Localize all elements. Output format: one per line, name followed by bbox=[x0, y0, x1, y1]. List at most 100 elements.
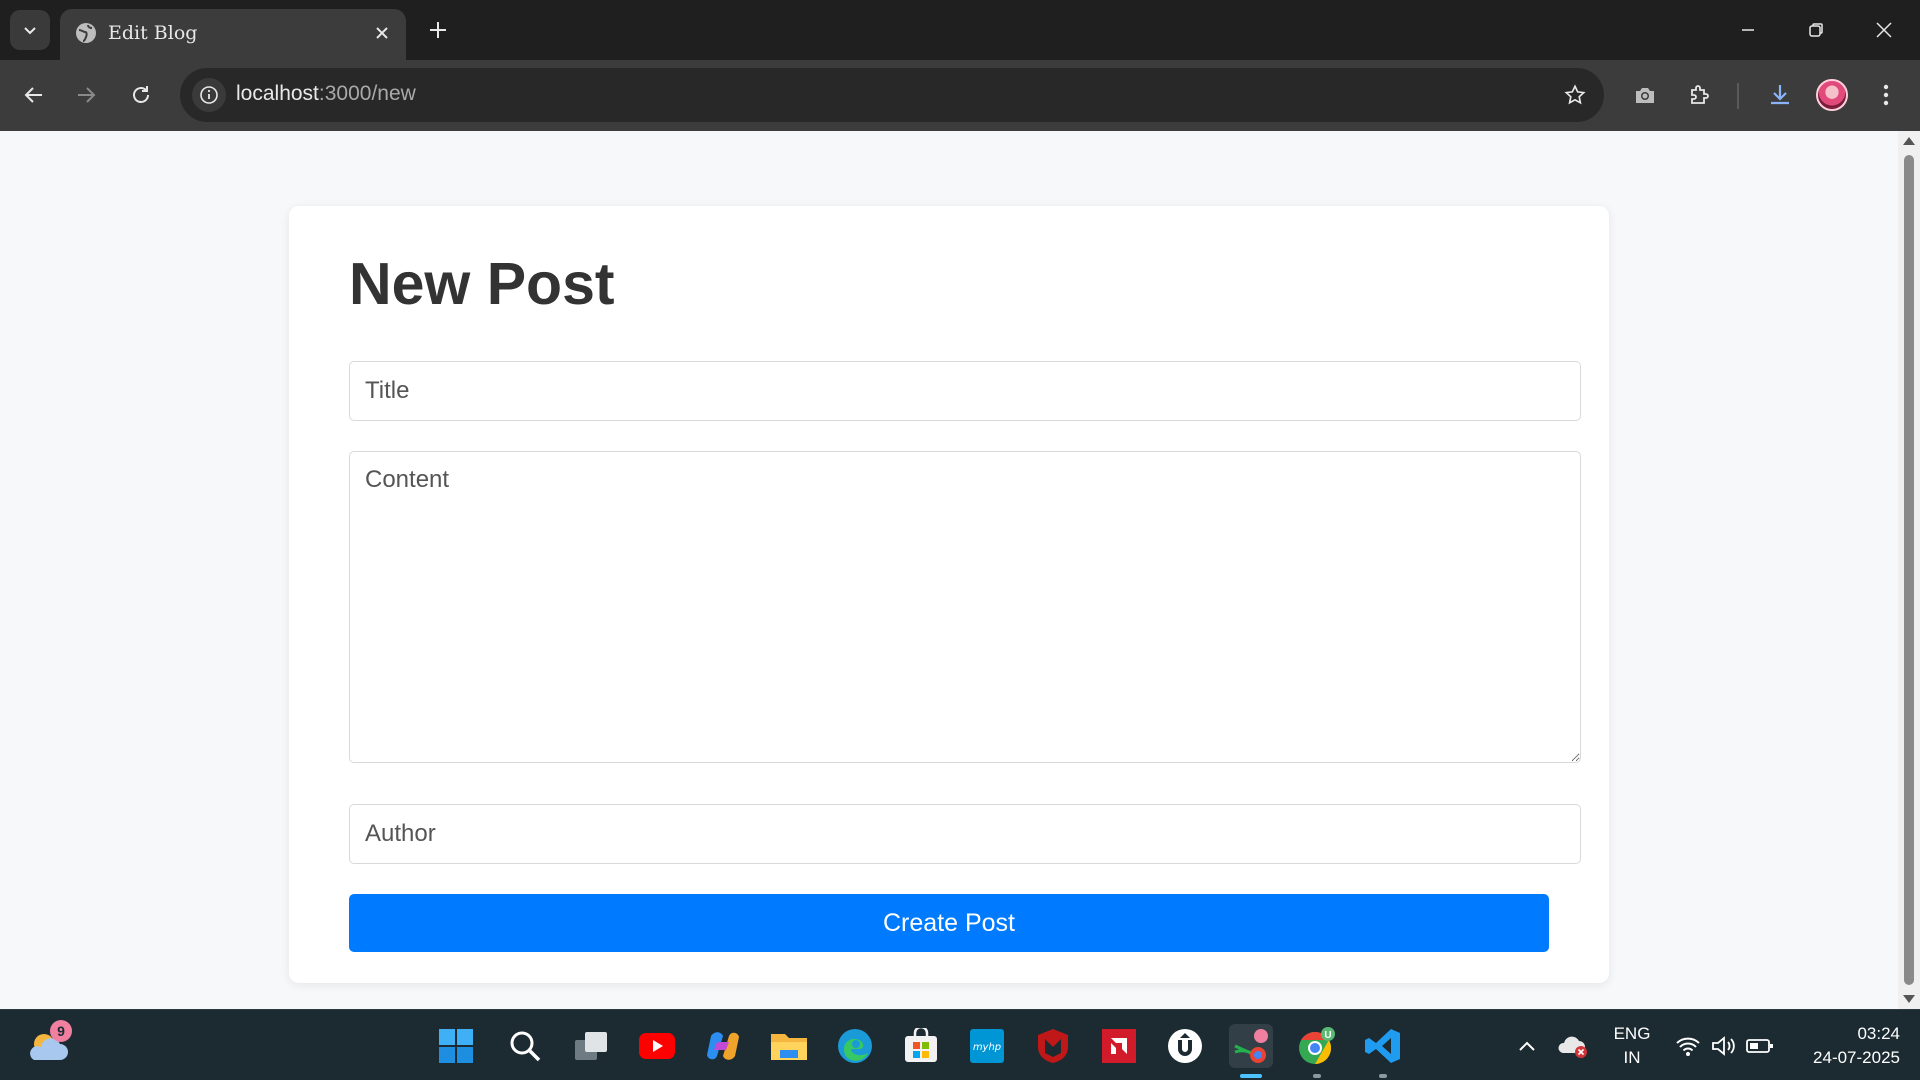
weather-badge: 9 bbox=[50, 1020, 72, 1042]
chevron-up-icon bbox=[1519, 1041, 1535, 1051]
chrome-app[interactable]: U bbox=[1295, 1024, 1339, 1078]
microsoft-store-app[interactable] bbox=[899, 1024, 943, 1068]
cloud-error-icon bbox=[1558, 1036, 1587, 1058]
uptodown-icon bbox=[1168, 1029, 1202, 1063]
restore-icon bbox=[1809, 23, 1823, 37]
reload-icon bbox=[133, 86, 149, 103]
mcafee-icon bbox=[1038, 1029, 1068, 1063]
tab-search-button[interactable] bbox=[10, 10, 50, 50]
profile-avatar[interactable] bbox=[1816, 79, 1848, 111]
url-path: :3000/new bbox=[318, 82, 416, 105]
amd-icon bbox=[1102, 1029, 1136, 1063]
edge-app[interactable] bbox=[833, 1024, 877, 1068]
close-window-button[interactable] bbox=[1858, 8, 1910, 52]
file-explorer-app[interactable] bbox=[767, 1024, 811, 1068]
battery-status[interactable] bbox=[1738, 1024, 1782, 1068]
address-bar[interactable]: localhost:3000/new bbox=[180, 68, 1604, 122]
scroll-up-arrow-icon[interactable] bbox=[1903, 137, 1915, 145]
minimize-button[interactable] bbox=[1722, 8, 1774, 52]
mcafee-app[interactable] bbox=[1031, 1024, 1075, 1068]
content-textarea[interactable] bbox=[349, 451, 1581, 763]
site-info-button[interactable] bbox=[192, 78, 226, 112]
close-icon bbox=[376, 27, 388, 39]
clock-date: 24-07-2025 bbox=[1813, 1048, 1900, 1067]
extensions-button[interactable] bbox=[1678, 73, 1722, 117]
close-icon bbox=[1876, 22, 1892, 38]
svg-text:myhp: myhp bbox=[973, 1042, 1001, 1053]
create-post-button[interactable]: Create Post bbox=[349, 894, 1549, 952]
minimize-icon bbox=[1742, 29, 1754, 31]
page-viewport: New Post Create Post bbox=[0, 131, 1898, 1009]
file-explorer-icon bbox=[771, 1034, 807, 1060]
camera-icon bbox=[1636, 88, 1654, 103]
scrollbar-thumb[interactable] bbox=[1904, 155, 1914, 985]
start-button[interactable] bbox=[434, 1024, 478, 1068]
browser-tab[interactable]: Edit Blog bbox=[60, 9, 406, 60]
arrow-left-icon bbox=[24, 87, 42, 103]
edge-icon bbox=[838, 1029, 872, 1063]
browser-toolbar: localhost:3000/new bbox=[0, 60, 1920, 131]
battery-icon bbox=[1746, 1039, 1773, 1053]
page-scrollbar[interactable] bbox=[1898, 131, 1920, 1009]
windows-start-icon bbox=[439, 1029, 473, 1063]
page-title: New Post bbox=[349, 251, 615, 317]
vscode-app[interactable] bbox=[1361, 1024, 1405, 1078]
chrome-badge-text: U bbox=[1324, 1030, 1331, 1041]
plus-icon bbox=[430, 22, 446, 38]
chevron-down-icon bbox=[24, 27, 36, 35]
download-icon bbox=[1771, 85, 1789, 105]
star-icon bbox=[1564, 84, 1586, 105]
region-code: IN bbox=[1623, 1048, 1641, 1067]
youtube-app[interactable] bbox=[635, 1024, 679, 1068]
running-indicator bbox=[1313, 1074, 1321, 1078]
url-text[interactable]: localhost:3000/new bbox=[236, 82, 416, 106]
menu-button[interactable] bbox=[1864, 73, 1908, 117]
reload-button[interactable] bbox=[119, 73, 163, 117]
language-indicator[interactable]: ENG IN bbox=[1604, 1024, 1660, 1068]
author-input[interactable] bbox=[349, 804, 1581, 864]
search-button[interactable] bbox=[503, 1024, 547, 1068]
running-indicator bbox=[1240, 1074, 1262, 1078]
chrome-icon: U bbox=[1299, 1027, 1335, 1064]
copilot-icon bbox=[707, 1032, 739, 1060]
globe-icon bbox=[76, 23, 96, 43]
myhp-icon: myhp bbox=[970, 1029, 1004, 1063]
restore-button[interactable] bbox=[1790, 8, 1842, 52]
task-view-icon bbox=[575, 1032, 607, 1060]
url-host: localhost bbox=[236, 82, 319, 105]
bookmark-button[interactable] bbox=[1556, 76, 1594, 114]
snipping-tool-chrome-app[interactable] bbox=[1229, 1024, 1273, 1078]
search-icon bbox=[510, 1031, 541, 1062]
vscode-icon bbox=[1365, 1029, 1400, 1063]
screenshot-button[interactable] bbox=[1623, 73, 1667, 117]
amd-app[interactable] bbox=[1097, 1024, 1141, 1068]
info-icon bbox=[200, 86, 218, 104]
tab-title: Edit Blog bbox=[108, 22, 198, 44]
snipping-tool-icon bbox=[1234, 1029, 1268, 1063]
volume-icon bbox=[1712, 1036, 1735, 1056]
forward-button[interactable] bbox=[64, 73, 108, 117]
copilot-app[interactable] bbox=[701, 1024, 745, 1068]
scroll-down-arrow-icon[interactable] bbox=[1903, 995, 1915, 1003]
clock[interactable]: 03:24 24-07-2025 bbox=[1790, 1024, 1900, 1068]
onedrive-status[interactable] bbox=[1551, 1024, 1595, 1068]
uptodown-app[interactable] bbox=[1163, 1024, 1207, 1068]
puzzle-icon bbox=[1691, 85, 1709, 104]
task-view-button[interactable] bbox=[569, 1024, 613, 1068]
myhp-app[interactable]: myhp bbox=[965, 1024, 1009, 1068]
browser-tabstrip: Edit Blog bbox=[0, 0, 1920, 60]
title-input[interactable] bbox=[349, 361, 1581, 421]
language-code: ENG bbox=[1613, 1024, 1651, 1043]
wifi-icon bbox=[1676, 1037, 1700, 1056]
downloads-button[interactable] bbox=[1758, 73, 1802, 117]
tab-close-button[interactable] bbox=[370, 21, 394, 45]
windows-taskbar: 9 myhp U ENG IN 03:24 24-07-2025 bbox=[0, 1009, 1920, 1080]
more-vertical-icon bbox=[1883, 84, 1889, 106]
arrow-right-icon bbox=[78, 87, 96, 103]
back-button[interactable] bbox=[12, 73, 56, 117]
microsoft-store-icon bbox=[905, 1028, 937, 1062]
clock-time: 03:24 bbox=[1857, 1024, 1900, 1043]
show-hidden-icons-button[interactable] bbox=[1505, 1024, 1549, 1068]
new-tab-button[interactable] bbox=[418, 12, 458, 48]
new-post-card: New Post Create Post bbox=[289, 206, 1609, 983]
